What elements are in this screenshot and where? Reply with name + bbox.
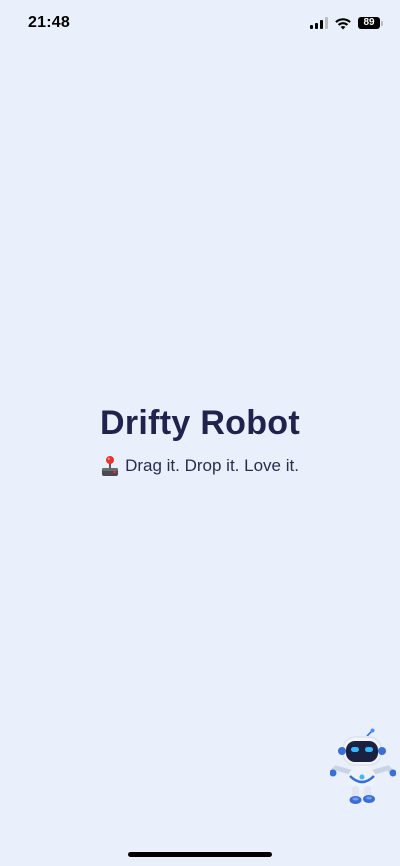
status-bar: 21:48 89: [0, 0, 400, 48]
cellular-signal-icon: [310, 17, 328, 29]
home-indicator[interactable]: [128, 852, 272, 857]
tagline: Drag it. Drop it. Love it.: [101, 455, 299, 477]
app-title: Drifty Robot: [99, 404, 300, 442]
status-time: 21:48: [28, 14, 70, 31]
joystick-icon: [102, 456, 119, 476]
wifi-icon: [335, 17, 351, 29]
robot-icon[interactable]: [330, 728, 396, 806]
hero: Drifty Robot Drag it. Drop it. Love it.: [0, 404, 400, 482]
tagline-text: Drag it. Drop it. Love it.: [125, 456, 299, 475]
battery-level: 89: [358, 17, 380, 29]
status-icons: 89: [310, 15, 383, 31]
battery-icon: 89: [358, 17, 383, 29]
